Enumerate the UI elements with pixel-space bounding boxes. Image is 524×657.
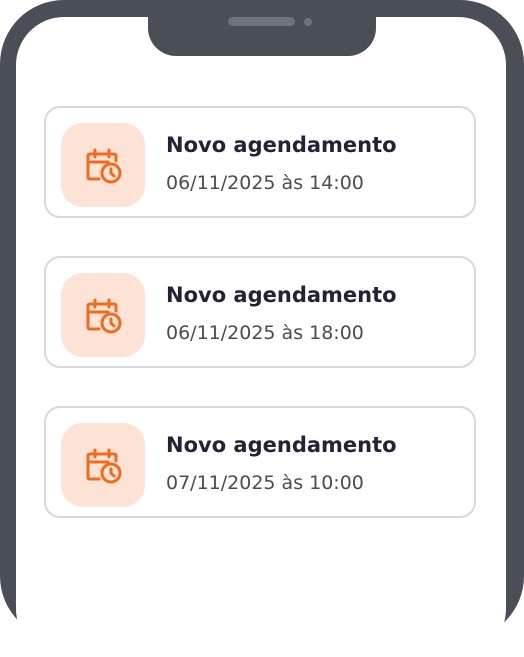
phone-notch	[148, 0, 376, 56]
notification-card[interactable]: Novo agendamento 07/11/2025 às 10:00	[44, 406, 476, 518]
calendar-clock-icon	[86, 448, 122, 484]
notification-datetime: 06/11/2025 às 18:00	[166, 322, 364, 344]
icon-tile	[61, 423, 145, 507]
speaker-grille	[228, 17, 295, 26]
calendar-clock-icon	[86, 298, 122, 334]
notification-card[interactable]: Novo agendamento 06/11/2025 às 14:00	[44, 106, 476, 218]
icon-tile	[61, 123, 145, 207]
notification-title: Novo agendamento	[166, 283, 397, 307]
notification-card[interactable]: Novo agendamento 06/11/2025 às 18:00	[44, 256, 476, 368]
calendar-clock-icon	[86, 148, 122, 184]
notification-datetime: 07/11/2025 às 10:00	[166, 472, 364, 494]
notification-title: Novo agendamento	[166, 133, 397, 157]
icon-tile	[61, 273, 145, 357]
front-camera	[304, 18, 312, 26]
notification-title: Novo agendamento	[166, 433, 397, 457]
notification-datetime: 06/11/2025 às 14:00	[166, 172, 364, 194]
